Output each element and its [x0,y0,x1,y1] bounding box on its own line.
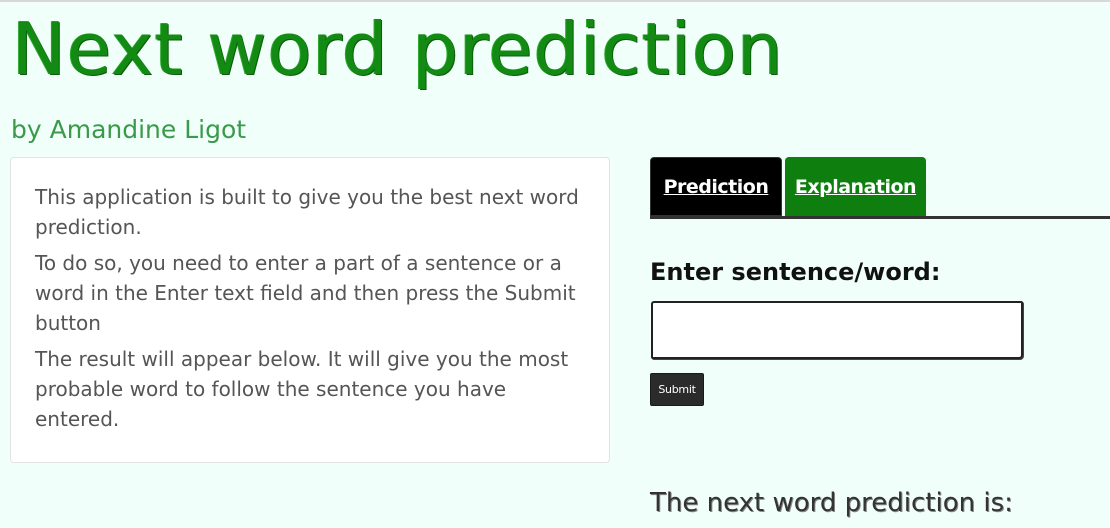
intro-paragraph: This application is built to give you th… [35,185,579,239]
main-tabs: Prediction Explanation [650,157,1110,219]
tab-explanation[interactable]: Explanation [785,157,926,216]
sidebar-panel: This application is built to give you th… [10,157,610,463]
tab-prediction[interactable]: Prediction [650,157,782,216]
page-title: Next word prediction [12,7,784,91]
top-divider [0,0,1110,2]
sentence-field-label: Enter sentence/word: [650,258,941,286]
result-info-paragraph: The result will appear below. It will gi… [35,347,569,431]
prediction-result-label: The next word prediction is: [650,488,1013,518]
instructions-paragraph: To do so, you need to enter a part of a … [35,251,576,335]
submit-button[interactable]: Submit [650,373,704,406]
author-subtitle: by Amandine Ligot [11,115,247,144]
tabs-divider [650,216,1110,219]
sentence-input[interactable] [651,301,1023,359]
